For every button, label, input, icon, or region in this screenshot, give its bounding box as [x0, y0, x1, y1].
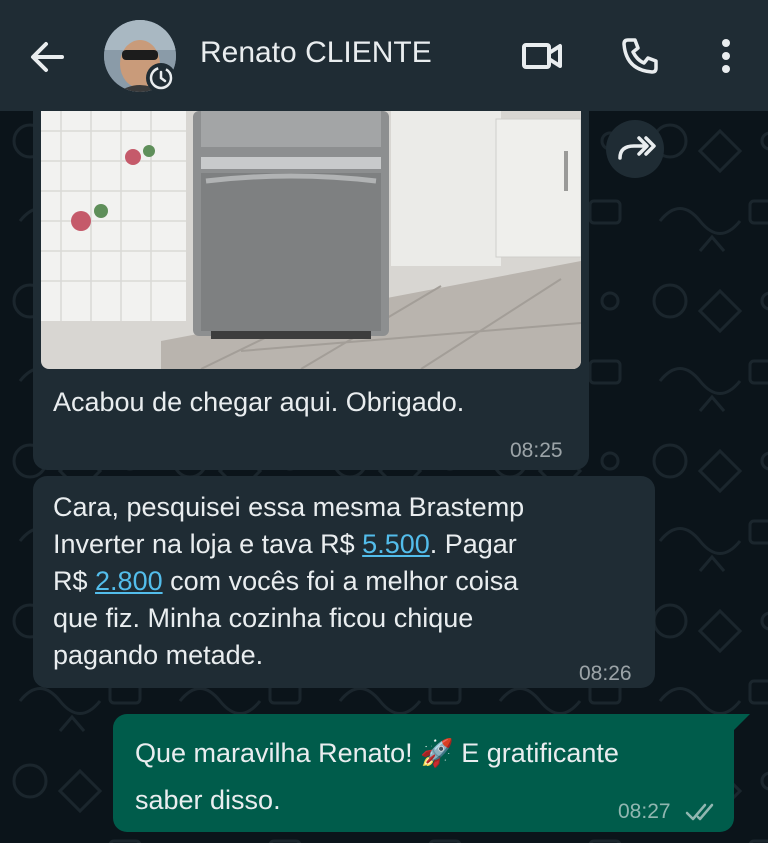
message-text-span: Inverter na loja e tava R$: [53, 529, 363, 559]
price-link[interactable]: 2.800: [95, 566, 163, 596]
arrow-left-icon[interactable]: [22, 32, 72, 82]
rocket-emoji-icon: 🚀: [420, 738, 454, 768]
message-line: Que maravilha Renato! 🚀 E gratificante: [135, 735, 725, 772]
chat-header: Renato CLIENTE: [0, 0, 768, 111]
fridge-photo[interactable]: [41, 111, 581, 369]
clock-status-icon: [146, 63, 176, 93]
message-text-span: R$: [53, 566, 96, 596]
message-time: 08:27: [618, 800, 671, 823]
message-time: 08:26: [579, 662, 632, 685]
message-line: Cara, pesquisei essa mesma Brastemp: [53, 492, 525, 522]
double-check-icon: [685, 803, 714, 821]
more-vertical-icon[interactable]: [704, 34, 748, 78]
video-call-icon[interactable]: [520, 34, 564, 78]
message-line: R$ 2.800 com vocês foi a melhor coisa: [53, 563, 643, 600]
message-text: Cara, pesquisei essa mesma Brastemp Inve…: [53, 489, 643, 674]
message-line: que fiz. Minha cozinha ficou chique: [53, 603, 474, 633]
message-text-span: com vocês foi a melhor coisa: [162, 566, 519, 596]
forward-button[interactable]: [606, 120, 664, 178]
message-line: pagando metade.: [53, 640, 264, 670]
message-time: 08:25: [510, 439, 563, 462]
contact-name[interactable]: Renato CLIENTE: [200, 36, 432, 70]
forward-icon: [618, 136, 656, 160]
price-link[interactable]: 5.500: [362, 529, 430, 559]
message-text-span: . Pagar: [429, 529, 517, 559]
message-text-span: Que maravilha Renato!: [135, 738, 421, 768]
phone-icon[interactable]: [618, 34, 662, 78]
message-text-span: E gratificante: [453, 738, 619, 768]
message-line: Inverter na loja e tava R$ 5.500. Pagar: [53, 526, 643, 563]
message-caption: Acabou de chegar aqui. Obrigado.: [53, 387, 465, 417]
